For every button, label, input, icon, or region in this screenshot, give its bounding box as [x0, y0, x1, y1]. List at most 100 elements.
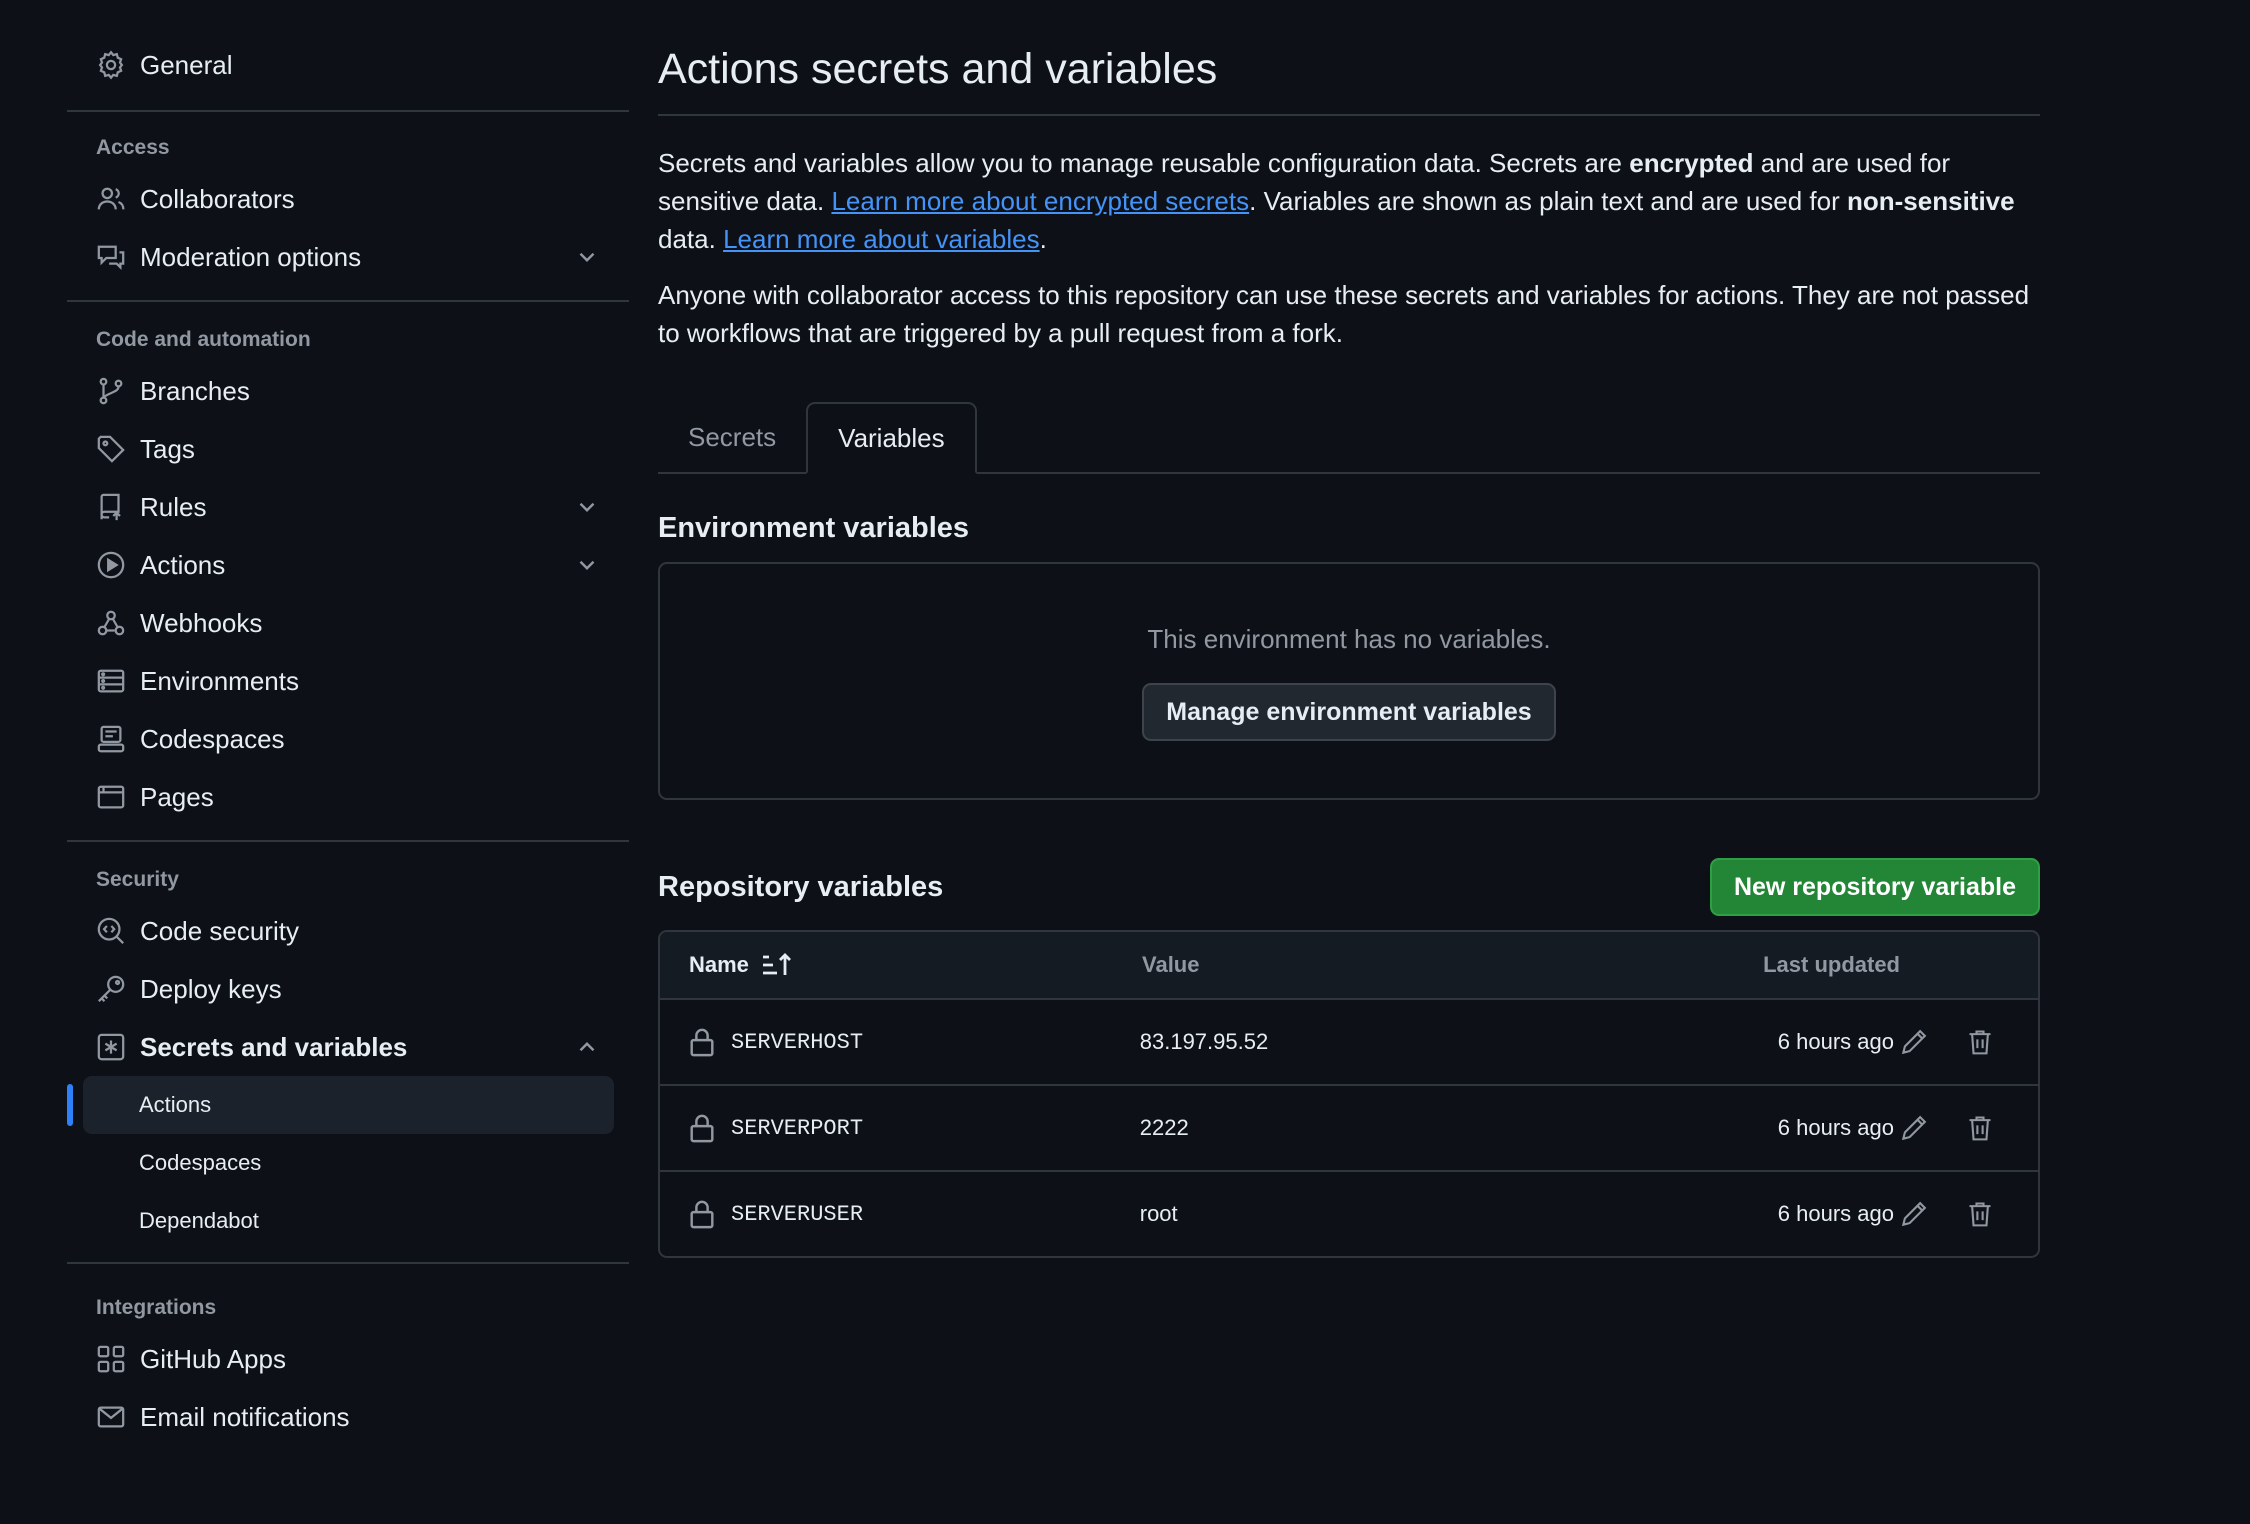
- sidebar-item-code-security[interactable]: Code security: [67, 902, 629, 960]
- section-title-code: Code and automation: [96, 328, 311, 351]
- pencil-icon[interactable]: [1894, 1194, 1934, 1234]
- encrypted-secrets-link[interactable]: Learn more about encrypted secrets: [831, 186, 1249, 216]
- sidebar-item-general[interactable]: General: [67, 36, 629, 94]
- divider: [67, 840, 629, 842]
- intro-text: Secrets and variables allow you to manag…: [658, 148, 1630, 178]
- sidebar-item-actions[interactable]: Actions: [67, 536, 629, 594]
- variable-name: SERVERHOST: [731, 1029, 864, 1055]
- sidebar-item-environments[interactable]: Environments: [67, 652, 629, 710]
- sidebar-item-label: Rules: [140, 491, 207, 522]
- lock-icon: [689, 1113, 715, 1143]
- codescan-icon: [96, 916, 126, 946]
- sidebar-item-label: Pages: [140, 781, 214, 812]
- sidebar-item-label: Actions: [140, 549, 226, 580]
- sidebar-item-codespaces[interactable]: Codespaces: [67, 710, 629, 768]
- sidebar-item-label: Email notifications: [140, 1401, 350, 1432]
- settings-sidebar: General Access Collaborators Moderation …: [67, 36, 629, 1446]
- variable-last-updated: 6 hours ago: [1777, 1029, 1894, 1054]
- tag-icon: [96, 434, 126, 464]
- key-icon: [96, 974, 126, 1004]
- table-row: SERVERHOST 83.197.95.52 6 hours ago: [660, 998, 2038, 1084]
- variable-name: SERVERUSER: [731, 1201, 864, 1227]
- sidebar-subitem-label: Actions: [139, 1092, 212, 1117]
- variable-name-cell: SERVERUSER: [660, 1199, 1140, 1229]
- chevron-down-icon[interactable]: [574, 552, 600, 578]
- variable-name: SERVERPORT: [731, 1115, 864, 1141]
- sidebar-item-collaborators[interactable]: Collaborators: [67, 170, 629, 228]
- tab-bar: Secrets Variables: [658, 402, 2040, 474]
- apps-icon: [96, 1344, 126, 1374]
- variable-name-cell: SERVERPORT: [660, 1113, 1140, 1143]
- variable-name-cell: SERVERHOST: [660, 1027, 1140, 1057]
- chevron-up-icon[interactable]: [574, 1034, 600, 1060]
- sidebar-item-label: Branches: [140, 375, 250, 406]
- intro-paragraph: Secrets and variables allow you to manag…: [658, 144, 2040, 258]
- sidebar-subitem-codespaces[interactable]: Codespaces: [83, 1134, 614, 1192]
- trash-icon[interactable]: [1960, 1108, 2000, 1148]
- sidebar-item-label: Collaborators: [140, 183, 295, 214]
- sidebar-subitem-label: Dependabot: [139, 1208, 259, 1233]
- comment-discussion-icon: [96, 242, 126, 272]
- chevron-down-icon[interactable]: [574, 244, 600, 270]
- sidebar-subitem-actions[interactable]: Actions: [67, 1076, 614, 1134]
- variable-value: 2222: [1139, 1115, 1189, 1140]
- browser-icon: [96, 782, 126, 812]
- sidebar-item-rules[interactable]: Rules: [67, 478, 629, 536]
- sidebar-item-webhooks[interactable]: Webhooks: [67, 594, 629, 652]
- pencil-icon[interactable]: [1894, 1022, 1934, 1062]
- sidebar-item-tags[interactable]: Tags: [67, 420, 629, 478]
- variable-value: root: [1139, 1201, 1178, 1226]
- mail-icon: [96, 1402, 126, 1432]
- sidebar-item-branches[interactable]: Branches: [67, 362, 629, 420]
- pencil-icon[interactable]: [1894, 1108, 1934, 1148]
- section-title-integrations: Integrations: [96, 1296, 217, 1319]
- repository-variables-header: Repository variables New repository vari…: [658, 858, 2040, 916]
- intro-text: . Variables are shown as plain text and …: [1249, 186, 1847, 216]
- page-title: Actions secrets and variables: [658, 0, 2040, 116]
- tab-secrets[interactable]: Secrets: [658, 402, 806, 472]
- divider: [67, 1262, 629, 1264]
- variables-link[interactable]: Learn more about variables: [723, 224, 1040, 254]
- sidebar-item-label: Secrets and variables: [140, 1031, 408, 1062]
- header-name: Name: [689, 952, 749, 977]
- tab-variables[interactable]: Variables: [806, 402, 977, 474]
- sidebar-subitem-dependabot[interactable]: Dependabot: [83, 1192, 614, 1250]
- environment-variables-heading: Environment variables: [658, 512, 970, 544]
- sidebar-item-label: Moderation options: [140, 241, 362, 272]
- sidebar-item-pages[interactable]: Pages: [67, 768, 629, 826]
- sort-asc-icon[interactable]: [761, 951, 793, 979]
- repository-variables-heading: Repository variables: [658, 870, 944, 903]
- access-note: Anyone with collaborator access to this …: [658, 280, 2030, 348]
- row-actions: [1894, 1022, 2038, 1062]
- git-branch-icon: [96, 376, 126, 406]
- trash-icon[interactable]: [1960, 1194, 2000, 1234]
- new-repository-variable-button[interactable]: New repository variable: [1709, 858, 2040, 916]
- chevron-down-icon[interactable]: [574, 494, 600, 520]
- sidebar-item-moderation-options[interactable]: Moderation options: [67, 228, 629, 286]
- sidebar-item-secrets-and-variables[interactable]: Secrets and variables: [67, 1018, 629, 1076]
- sidebar-item-email-notifications[interactable]: Email notifications: [67, 1388, 629, 1446]
- trash-icon[interactable]: [1960, 1022, 2000, 1062]
- sidebar-item-label: General: [140, 49, 233, 80]
- manage-environment-variables-button[interactable]: Manage environment variables: [1142, 683, 1556, 741]
- section-title-security: Security: [96, 868, 179, 891]
- row-actions: [1894, 1108, 2038, 1148]
- variables-table: Name Value Last updated SERVERHOST 83.19…: [658, 930, 2040, 1258]
- sidebar-subitem-label: Codespaces: [139, 1150, 262, 1175]
- header-last-updated: Last updated: [1763, 952, 1900, 977]
- sidebar-item-label: GitHub Apps: [140, 1343, 286, 1374]
- people-icon: [96, 184, 126, 214]
- header-value: Value: [1142, 952, 1200, 977]
- sidebar-item-deploy-keys[interactable]: Deploy keys: [67, 960, 629, 1018]
- sidebar-item-label: Webhooks: [140, 607, 263, 638]
- sidebar-item-github-apps[interactable]: GitHub Apps: [67, 1330, 629, 1388]
- intro-text: data.: [658, 224, 724, 254]
- environment-variables-box: This environment has no variables. Manag…: [658, 562, 2040, 800]
- codespaces-icon: [96, 724, 126, 754]
- key-asterisk-icon: [96, 1032, 126, 1062]
- sidebar-item-label: Environments: [140, 665, 299, 696]
- variable-value: 83.197.95.52: [1139, 1029, 1269, 1054]
- divider: [67, 300, 629, 302]
- sidebar-item-label: Tags: [140, 433, 195, 464]
- server-icon: [96, 666, 126, 696]
